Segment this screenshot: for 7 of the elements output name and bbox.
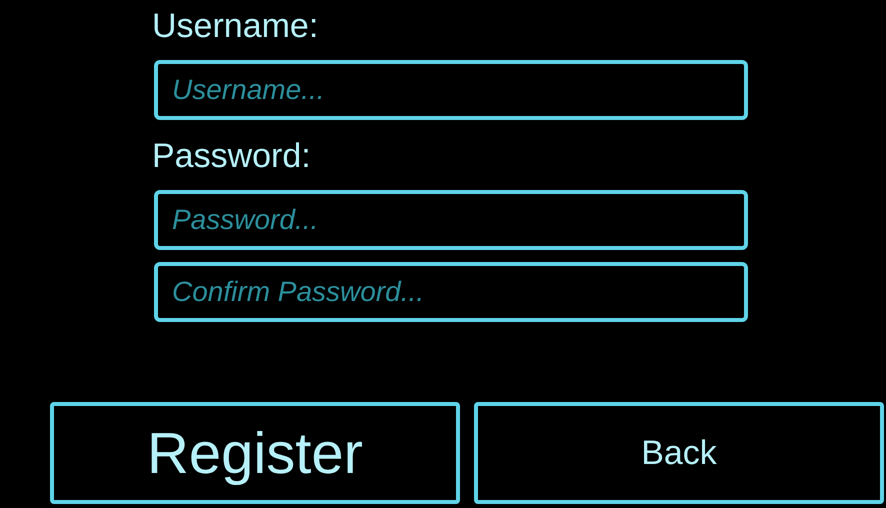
field-label: Password: (152, 136, 311, 177)
input-field[interactable]: Username... (154, 60, 748, 120)
back-button[interactable]: Back (474, 402, 884, 504)
input-field[interactable]: Password... (154, 190, 748, 250)
input-field[interactable]: Confirm Password... (154, 262, 748, 322)
field-label: Username: (152, 6, 318, 47)
register-button[interactable]: Register (50, 402, 460, 504)
